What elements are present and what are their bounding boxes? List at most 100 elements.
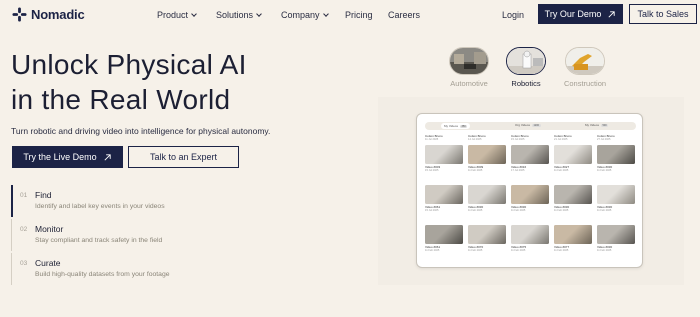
feature-indicator <box>11 185 13 217</box>
video-card[interactable]: Cotton Bruno 21 Jul 2025 <box>554 134 592 141</box>
tab-label: Org Videos <box>515 123 530 127</box>
tab-org-videos[interactable]: Org Videos 1200 <box>515 123 541 127</box>
category-label: Construction <box>563 79 607 88</box>
nav-product[interactable]: Product <box>157 10 197 20</box>
nav-pricing-label: Pricing <box>345 10 373 20</box>
arrow-up-right-icon <box>608 10 615 18</box>
video-thumbnail <box>425 145 463 164</box>
talk-to-sales-label: Talk to Sales <box>637 9 689 19</box>
video-date: 17 Jul 2025 <box>511 169 525 172</box>
video-date: 11 Feb 2025 <box>597 169 612 172</box>
automotive-thumbnail <box>449 47 489 75</box>
video-date: 11 Feb 2025 <box>511 209 526 212</box>
video-card[interactable]: Video #077 11 Feb 2025 <box>554 225 592 252</box>
nav-solutions[interactable]: Solutions <box>216 10 262 20</box>
video-date: 15 Jul 2025 <box>511 138 525 141</box>
video-thumbnail <box>511 185 549 204</box>
video-thumbnail <box>468 185 506 204</box>
category-automotive[interactable]: Automotive <box>446 47 492 88</box>
video-date: 21 Jul 2025 <box>554 138 568 141</box>
video-card[interactable]: Video #003 15 Jul 2025 <box>425 145 463 172</box>
video-card[interactable]: Cotton Bruno 27 Jul 2025 <box>597 134 635 141</box>
nav-solutions-label: Solutions <box>216 10 254 20</box>
tab-label: My Videos <box>585 123 599 127</box>
video-card[interactable]: Video #030 11 Feb 2025 <box>511 185 549 212</box>
video-card[interactable]: Video #061 15 Jul 2025 <box>425 185 463 212</box>
video-card[interactable]: Video #030 11 Feb 2025 <box>468 185 506 212</box>
feature-description: Build high-quality datasets from your fo… <box>35 271 170 278</box>
brand-name: Nomadic <box>31 7 85 22</box>
video-thumbnail <box>554 185 592 204</box>
feature-number: 02 <box>20 226 28 233</box>
construction-thumbnail <box>565 47 605 75</box>
video-date: 15 Jul 2025 <box>425 169 439 172</box>
feature-title: Curate <box>35 258 61 268</box>
tab-count-badge: 350 <box>459 124 468 128</box>
login-link[interactable]: Login <box>502 10 524 20</box>
category-label: Automotive <box>450 79 488 88</box>
video-date: 11 Feb 2025 <box>468 209 483 212</box>
video-date: 14 Jul 2025 <box>468 138 482 141</box>
chevron-down-icon <box>322 10 329 17</box>
video-date: 11 Feb 2025 <box>554 169 569 172</box>
video-card[interactable]: Cotton Bruno 15 Jul 2025 <box>511 134 549 141</box>
video-card[interactable]: Video #016 17 Jul 2025 <box>511 145 549 172</box>
feature-number: 01 <box>20 192 28 199</box>
video-date: 11 Feb 2025 <box>597 209 612 212</box>
feature-description: Stay compliant and track safety in the f… <box>35 237 163 244</box>
video-card[interactable]: Video #061 11 Feb 2025 <box>425 225 463 252</box>
video-card[interactable]: Video #027 11 Feb 2025 <box>554 145 592 172</box>
video-card[interactable]: Video #009 11 Feb 2025 <box>468 145 506 172</box>
talk-to-expert-button[interactable]: Talk to an Expert <box>128 146 239 168</box>
video-date: 15 Jul 2025 <box>425 209 439 212</box>
video-thumbnail <box>554 145 592 164</box>
chevron-down-icon <box>191 10 197 17</box>
video-card[interactable]: Video #070 11 Feb 2025 <box>468 225 506 252</box>
video-thumbnail <box>511 225 549 244</box>
talk-to-expert-label: Talk to an Expert <box>149 152 218 162</box>
brand-logo[interactable]: Nomadic <box>12 7 85 22</box>
video-card[interactable]: Video #075 11 Feb 2025 <box>511 225 549 252</box>
video-thumbnail <box>597 185 635 204</box>
tab-my-videos-2[interactable]: My Videos 500 <box>585 123 609 127</box>
tab-count-badge: 500 <box>600 124 609 127</box>
video-card[interactable]: Video #030 11 Feb 2025 <box>554 185 592 212</box>
feature-indicator <box>11 253 12 285</box>
talk-to-sales-button[interactable]: Talk to Sales <box>629 4 697 24</box>
video-card[interactable]: Cotton Bruno 11 Jul 2025 <box>425 134 463 141</box>
nav-product-label: Product <box>157 10 189 20</box>
video-date: 11 Feb 2025 <box>554 209 569 212</box>
video-date: 11 Jul 2025 <box>425 138 439 141</box>
library-tabs: My Videos 350 Org Videos 1200 My Videos 500 <box>425 122 636 130</box>
try-live-demo-button[interactable]: Try the Live Demo <box>12 146 123 168</box>
category-robotics[interactable]: Robotics <box>503 47 549 88</box>
tab-my-videos[interactable]: My Videos 350 <box>441 122 471 129</box>
hero-subhead: Turn robotic and driving video into inte… <box>11 126 271 136</box>
try-demo-label: Try Our Demo <box>544 9 602 19</box>
video-thumbnail <box>597 145 635 164</box>
video-date: 11 Feb 2025 <box>468 169 483 172</box>
tab-count-badge: 1200 <box>531 124 541 127</box>
video-card[interactable]: Video #030 11 Feb 2025 <box>597 145 635 172</box>
try-demo-button[interactable]: Try Our Demo <box>538 4 623 24</box>
video-library-preview: My Videos 350 Org Videos 1200 My Videos 500… <box>416 113 643 268</box>
video-thumbnail <box>511 145 549 164</box>
nav-company[interactable]: Company <box>281 10 329 20</box>
video-date: 11 Feb 2025 <box>425 249 440 252</box>
video-thumbnail <box>554 225 592 244</box>
hero-headline-line1: Unlock Physical AI <box>11 49 247 80</box>
video-thumbnail <box>425 185 463 204</box>
login-label: Login <box>502 10 525 20</box>
video-card[interactable]: Video #030 11 Feb 2025 <box>597 185 635 212</box>
nav-pricing[interactable]: Pricing <box>345 10 373 20</box>
video-card[interactable]: Cotton Bruno 14 Jul 2025 <box>468 134 506 141</box>
category-label: Robotics <box>511 79 541 88</box>
feature-number: 03 <box>20 260 28 267</box>
nomadic-logo-icon <box>12 7 27 22</box>
try-live-demo-label: Try the Live Demo <box>23 152 97 162</box>
category-construction[interactable]: Construction <box>562 47 608 88</box>
nav-careers[interactable]: Careers <box>388 10 420 20</box>
tab-label: My Videos <box>444 123 458 128</box>
video-card[interactable]: Video #030 11 Feb 2025 <box>597 225 635 252</box>
nav-company-label: Company <box>281 10 320 20</box>
